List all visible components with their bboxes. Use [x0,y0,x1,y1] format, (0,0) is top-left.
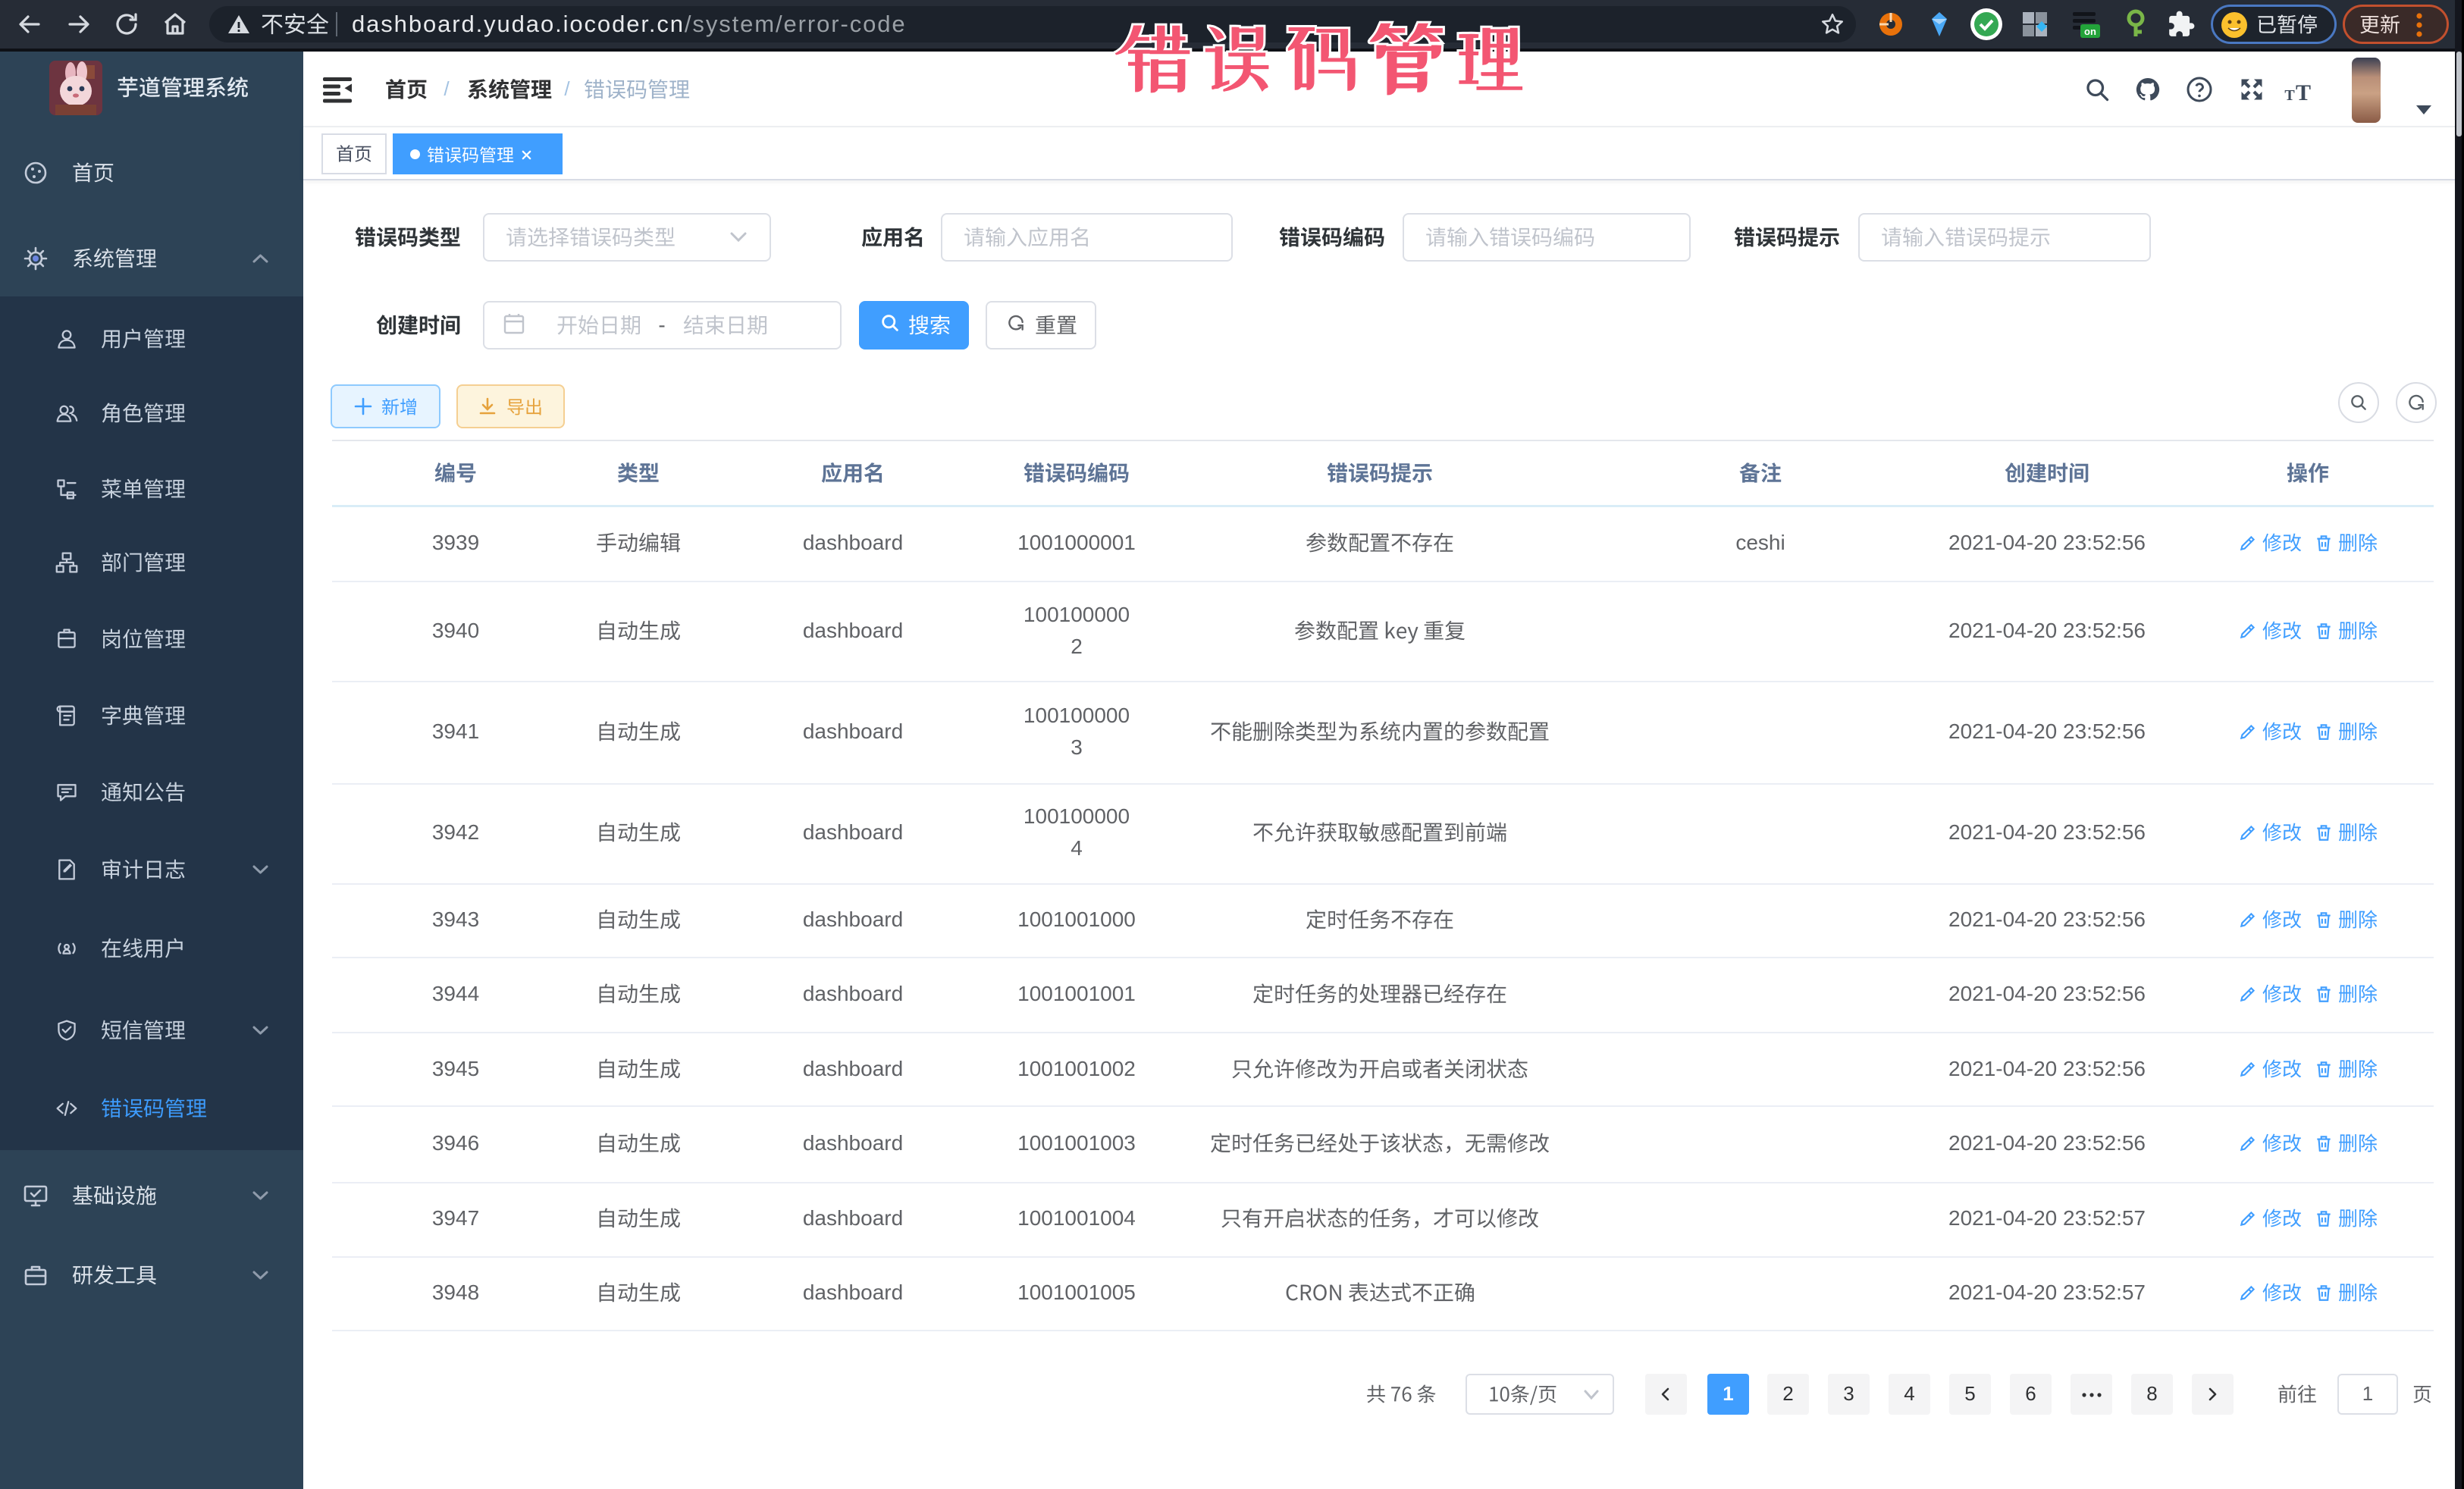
svg-text:T: T [2296,80,2311,103]
svg-text:on: on [2084,26,2096,37]
svg-text:T: T [2284,87,2295,103]
